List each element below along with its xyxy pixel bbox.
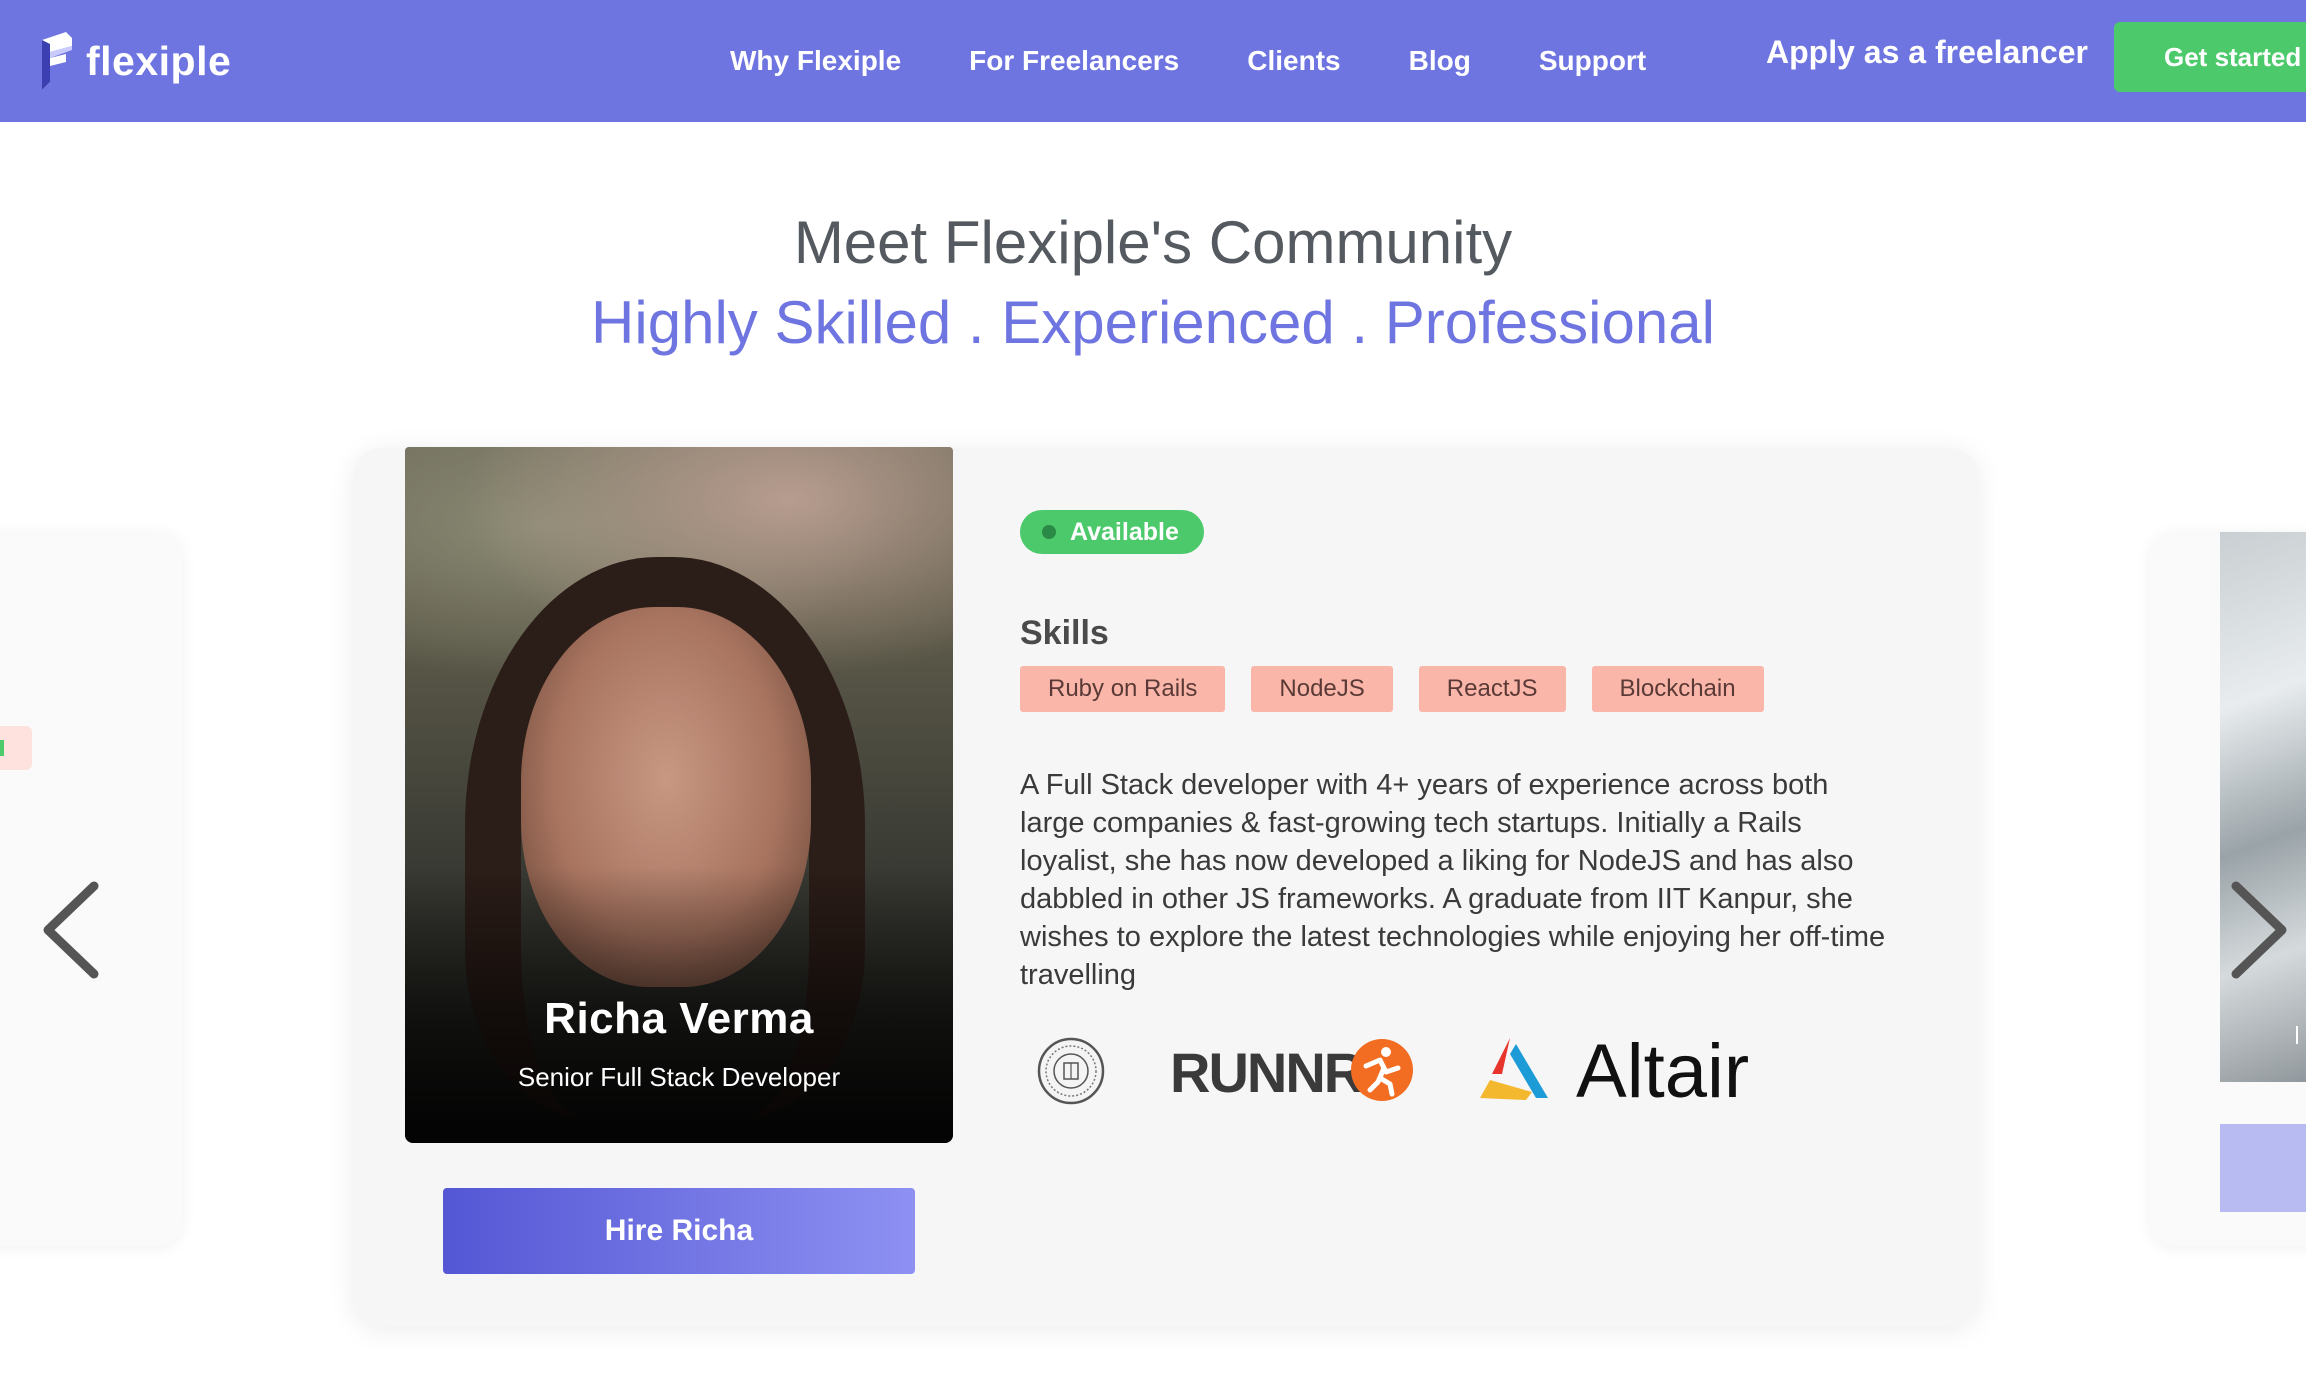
flexiple-logo-icon <box>42 32 72 90</box>
chevron-left-icon[interactable] <box>30 870 110 990</box>
profile-bio: A Full Stack developer with 4+ years of … <box>1020 769 1886 991</box>
get-started-button[interactable]: Get started <box>2114 22 2306 92</box>
iit-kanpur-seal-icon <box>1037 1037 1105 1105</box>
altair-logo: Altair <box>1576 1029 1750 1114</box>
status-dot-icon <box>1042 525 1056 539</box>
next-profile-hire-button[interactable] <box>2220 1124 2306 1212</box>
profile-name: Richa Verma <box>544 994 814 1043</box>
skill-tag: NodeJS <box>1251 666 1393 712</box>
nav-link-blog[interactable]: Blog <box>1409 45 1471 77</box>
brand[interactable]: flexiple <box>36 30 231 92</box>
nav-link-why-flexiple[interactable]: Why Flexiple <box>730 45 901 77</box>
top-navbar: flexiple Why Flexiple For Freelancers Cl… <box>0 0 2306 122</box>
brand-name: flexiple <box>86 37 232 84</box>
hire-button[interactable]: Hire Richa <box>443 1188 915 1274</box>
nav-link-for-freelancers[interactable]: For Freelancers <box>969 45 1179 77</box>
runnr-logo: RUNNR <box>1170 1041 1364 1104</box>
skill-tag: Ruby on Rails <box>1020 666 1226 712</box>
apply-freelancer-link[interactable]: Apply as a freelancer <box>1766 34 2088 71</box>
skills-list: Ruby on Rails NodeJS ReactJS Blockchain <box>1020 666 1764 712</box>
profile-role: Senior Full Stack Developer <box>517 1062 841 1092</box>
nav-link-support[interactable]: Support <box>1539 45 1646 77</box>
page-title: Meet Flexiple's Community <box>793 209 1513 276</box>
skills-title: Skills <box>1020 614 1109 652</box>
altair-triangle-icon <box>1480 1038 1548 1100</box>
status-label: Available <box>1070 517 1179 546</box>
runnr-runner-icon <box>1351 1039 1413 1101</box>
skill-tag: Blockchain <box>1591 666 1764 712</box>
prev-profile-skill-tag <box>0 726 32 770</box>
skill-tag: ReactJS <box>1418 666 1566 712</box>
page-subtitle: Highly Skilled . Experienced . Professio… <box>591 289 1715 356</box>
next-profile-photo <box>2220 532 2306 1082</box>
nav-links: Why Flexiple For Freelancers Clients Blo… <box>730 0 1646 122</box>
status-badge: Available <box>1020 510 1204 554</box>
nav-link-clients[interactable]: Clients <box>1247 45 1340 77</box>
chevron-right-icon[interactable] <box>2220 870 2300 990</box>
